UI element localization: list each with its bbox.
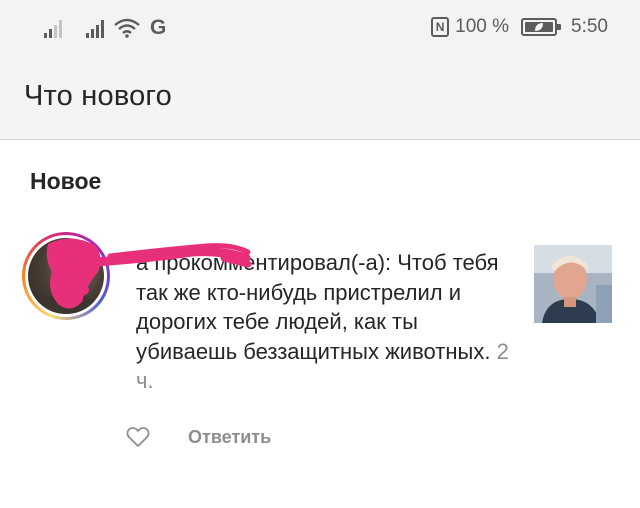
status-bar-right: N 100 % 5:50: [431, 14, 608, 40]
network-type: G: [150, 16, 167, 39]
avatar-photo: [28, 238, 104, 314]
post-thumbnail[interactable]: [534, 245, 612, 323]
reply-button[interactable]: Ответить: [188, 427, 271, 448]
nfc-icon: N: [431, 17, 450, 37]
status-time: 5:50: [571, 16, 608, 37]
cellular-signal-icon: [44, 20, 62, 38]
avatar[interactable]: [22, 232, 110, 320]
status-bar-left: G: [44, 14, 166, 38]
notification-actions: Ответить: [126, 426, 271, 448]
cellular-signal-icon: [86, 20, 104, 38]
notification-comment: а прокомментировал(-а): Чтоб тебя так же…: [136, 250, 499, 364]
battery-saver-icon: [521, 18, 562, 36]
app-bar: Что нового: [0, 52, 640, 140]
heart-outline-icon[interactable]: [126, 426, 150, 448]
notification-text: а прокомментировал(-а): Чтоб тебя так же…: [136, 248, 516, 396]
section-title-new: Новое: [30, 168, 102, 194]
wifi-icon: [114, 18, 140, 38]
page-title: Что нового: [24, 80, 172, 112]
status-bar: G N 100 % 5:50: [0, 0, 640, 52]
battery-percent: 100 %: [455, 16, 510, 37]
